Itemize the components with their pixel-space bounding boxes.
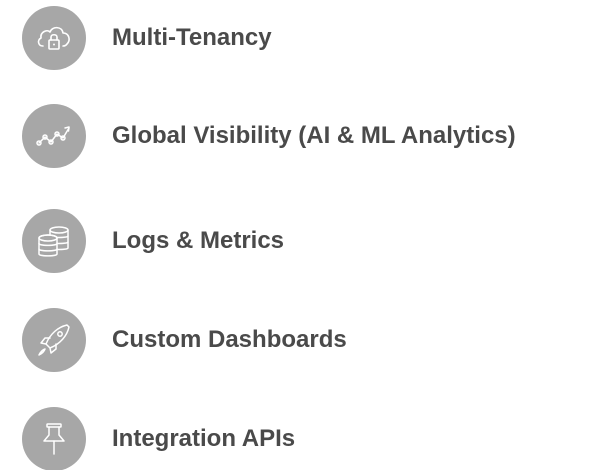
feature-custom-dashboards: Custom Dashboards: [22, 308, 347, 372]
feature-label: Logs & Metrics: [112, 227, 285, 254]
feature-label: Multi-Tenancy: [112, 24, 272, 51]
feature-label: Global Visibility (AI & ML Analytics): [112, 122, 516, 149]
feature-label: Integration APIs: [112, 425, 296, 452]
rocket-icon: [22, 308, 86, 372]
trend-chart-icon: [22, 104, 86, 168]
pushpin-icon: [22, 407, 86, 470]
cloud-lock-icon: [22, 6, 86, 70]
feature-integration-apis: Integration APIs: [22, 407, 295, 470]
feature-global-visibility: Global Visibility (AI & ML Analytics): [22, 104, 516, 168]
feature-label: Custom Dashboards: [112, 326, 347, 353]
feature-multi-tenancy: Multi-Tenancy: [22, 6, 272, 70]
feature-list: Multi-Tenancy Global Visibility (AI & ML…: [0, 0, 600, 470]
feature-logs-metrics: Logs & Metrics: [22, 209, 284, 273]
database-icon: [22, 209, 86, 273]
